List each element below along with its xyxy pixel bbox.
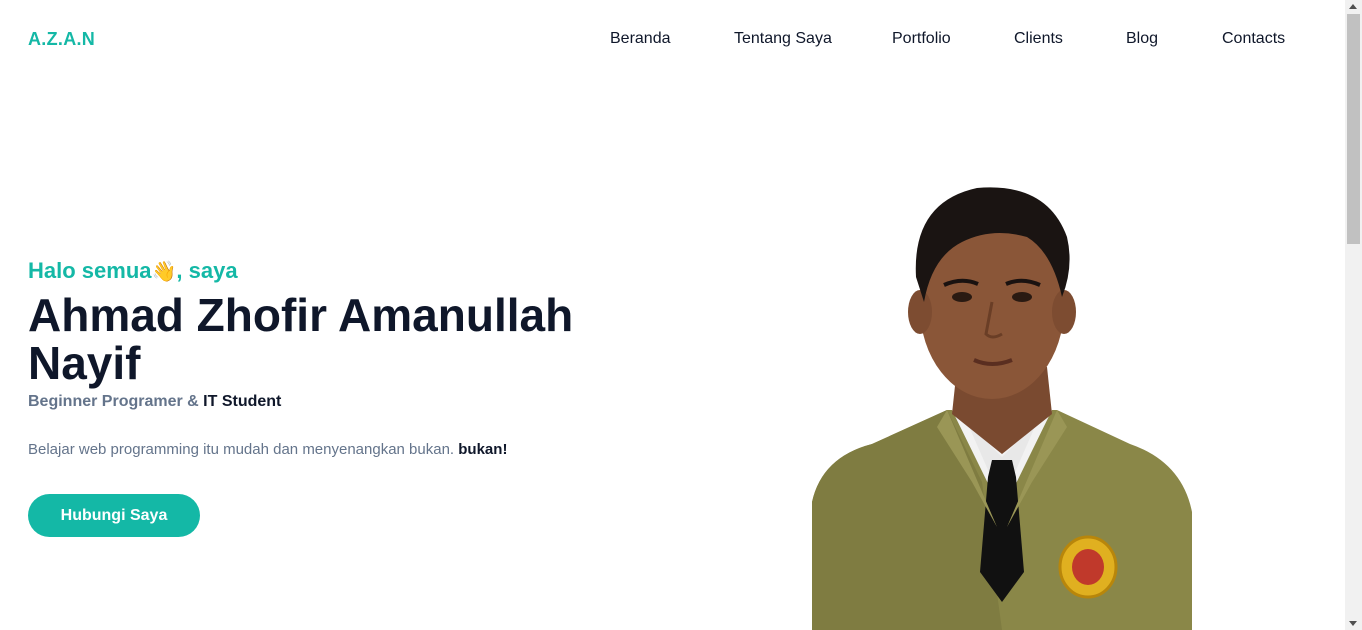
scroll-down-icon[interactable] <box>1349 621 1357 626</box>
nav-item-clients[interactable]: Clients <box>1014 30 1063 48</box>
role-prefix: Beginner Programer & <box>28 393 204 410</box>
nav-item-blog[interactable]: Blog <box>1126 30 1158 48</box>
nav-item-beranda[interactable]: Beranda <box>610 30 671 48</box>
scrollbar-thumb[interactable] <box>1347 14 1360 244</box>
profile-photo <box>812 187 1192 630</box>
contact-me-button[interactable]: Hubungi Saya <box>28 494 200 537</box>
page: A.Z.A.N Beranda Tentang Saya Portfolio C… <box>0 0 1362 630</box>
greeting-suffix: , saya <box>176 258 238 283</box>
main-nav: Beranda Tentang Saya Portfolio Clients B… <box>0 30 1362 50</box>
greeting-text: Halo semua <box>28 258 152 283</box>
role-highlight: IT Student <box>203 393 282 410</box>
hero-greeting: Halo semua👋, saya <box>28 258 238 284</box>
hero-name: Ahmad Zhofir Amanullah Nayif <box>28 289 574 389</box>
scroll-up-icon[interactable] <box>1349 4 1357 9</box>
tagline-text: Belajar web programming itu mudah dan me… <box>28 441 459 458</box>
hero-tagline: Belajar web programming itu mudah dan me… <box>28 441 507 458</box>
waving-hand-icon: 👋 <box>151 261 177 283</box>
tagline-highlight: bukan! <box>458 441 508 458</box>
page-scrollbar[interactable] <box>1345 0 1362 630</box>
nav-item-tentang-saya[interactable]: Tentang Saya <box>734 30 832 48</box>
nav-item-portfolio[interactable]: Portfolio <box>892 30 951 48</box>
nav-item-contacts[interactable]: Contacts <box>1222 30 1285 48</box>
hero-role: Beginner Programer & IT Student <box>28 393 281 411</box>
